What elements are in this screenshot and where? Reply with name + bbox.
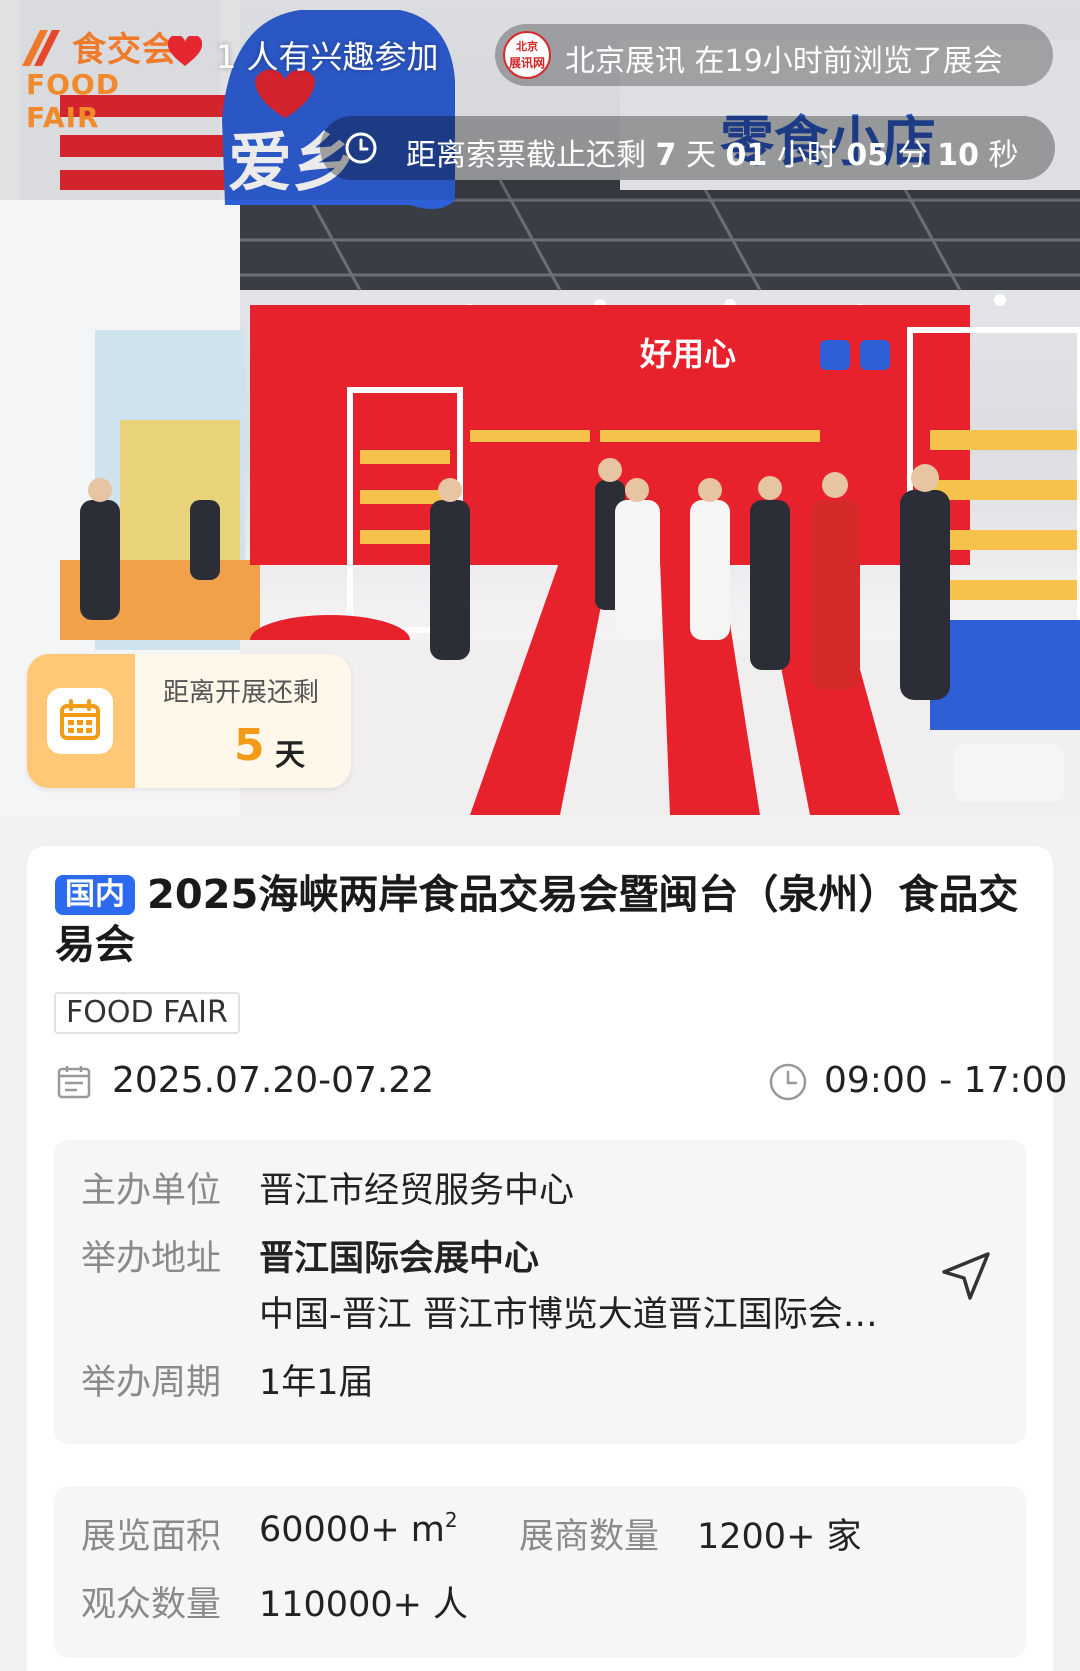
venue-name[interactable]: 晋江国际会展中心 <box>259 1230 539 1281</box>
exhibition-stats-panel: 展览面积 60000+ m2 展商数量 1200+ 家 观众数量 110000+… <box>54 1486 1026 1658</box>
organizer-label: 主办单位 <box>81 1171 222 1211</box>
deadline-seconds-unit: 秒 <box>988 138 1019 173</box>
exhibition-title: 2025海峡两岸食品交易会暨闽台（泉州）食品交易会 <box>55 872 1019 968</box>
exhibitors-value: 1200+ 家 <box>697 1517 862 1557</box>
calendar-date-icon <box>57 1066 91 1099</box>
deadline-days-unit: 天 <box>685 138 716 173</box>
deadline-hours: 01 <box>725 138 768 173</box>
cycle-label: 举办周期 <box>81 1363 222 1403</box>
food-fair-logo: 食交会 FOOD FAIR <box>18 22 202 134</box>
area-number: 60000+ m <box>259 1510 445 1550</box>
exhibition-date: 2025.07.20-07.22 <box>112 1060 435 1101</box>
heart-icon <box>168 36 202 66</box>
calendar-icon <box>47 688 113 754</box>
english-name-tag: FOOD FAIR <box>54 992 240 1034</box>
visitors-value: 110000+ 人 <box>259 1585 469 1625</box>
deadline-seconds: 10 <box>937 138 979 173</box>
exhibition-hours: 09:00 - 17:00 <box>824 1060 1068 1101</box>
open-countdown-value: 5 <box>234 720 265 771</box>
area-value: 60000+ m2 <box>259 1508 458 1550</box>
logo-mark-icon <box>22 30 60 66</box>
deadline-minutes-unit: 分 <box>897 138 928 173</box>
clock-icon <box>345 132 377 164</box>
svg-text:好用心: 好用心 <box>639 335 736 373</box>
domestic-tag: 国内 <box>55 875 135 915</box>
deadline-minutes: 05 <box>846 138 889 173</box>
date-time-row: 2025.07.20-07.22 09:00 - 17:00 <box>54 1054 1067 1110</box>
navigate-arrow-icon[interactable] <box>938 1248 994 1304</box>
recent-viewer-banner[interactable]: 北京 展讯网 北京展讯 在19小时前浏览了展会 <box>495 24 1053 86</box>
exhibition-info-card: 国内 2025海峡两岸食品交易会暨闽台（泉州）食品交易会 FOOD FAIR 20… <box>27 846 1067 1671</box>
organizer-value: 晋江市经贸服务中心 <box>259 1171 575 1211</box>
logo-chinese-text: 食交会 <box>72 30 177 70</box>
open-countdown-unit: 天 <box>275 738 305 773</box>
ticket-deadline-countdown: 距离索票截止还剩 7 天 01 小时 05 分 10 秒 <box>406 130 1019 174</box>
image-watermark <box>954 744 1064 802</box>
exhibition-open-countdown: 距离开展还剩 5 天 <box>27 654 351 788</box>
organizer-venue-panel: 主办单位 晋江市经贸服务中心 举办地址 晋江国际会展中心 中国-晋江 晋江市博览… <box>54 1140 1026 1444</box>
interest-count-text: 1 人有兴趣参加 <box>216 38 439 76</box>
open-countdown-label: 距离开展还剩 <box>163 678 320 708</box>
deadline-hours-unit: 小时 <box>776 138 837 173</box>
cycle-value: 1年1届 <box>259 1363 374 1403</box>
hero-image[interactable]: 爱乡 零食小店 好用心 <box>0 0 1080 815</box>
viewer-avatar: 北京 展讯网 <box>503 31 551 79</box>
clock-time-icon <box>769 1063 807 1101</box>
deadline-prefix: 距离索票截止还剩 <box>406 138 646 173</box>
logo-english-text: FOOD FAIR <box>26 68 120 134</box>
exhibitors-label: 展商数量 <box>519 1517 660 1557</box>
area-unit-superscript: 2 <box>444 1508 458 1532</box>
visitors-label: 观众数量 <box>81 1585 222 1625</box>
venue-label: 举办地址 <box>81 1239 222 1279</box>
deadline-days: 7 <box>655 138 677 173</box>
ticket-deadline-banner: 距离索票截止还剩 7 天 01 小时 05 分 10 秒 <box>320 116 1055 180</box>
area-label: 展览面积 <box>81 1517 222 1557</box>
avatar-text-line1: 北京 <box>516 40 538 53</box>
exhibition-title-block: 国内 2025海峡两岸食品交易会暨闽台（泉州）食品交易会 <box>55 870 1025 970</box>
venue-address[interactable]: 中国-晋江 晋江市博览大道晋江国际会展中心 <box>259 1286 889 1337</box>
avatar-text-line2: 展讯网 <box>508 56 545 70</box>
recent-viewer-text: 北京展讯 在19小时前浏览了展会 <box>565 44 1003 79</box>
